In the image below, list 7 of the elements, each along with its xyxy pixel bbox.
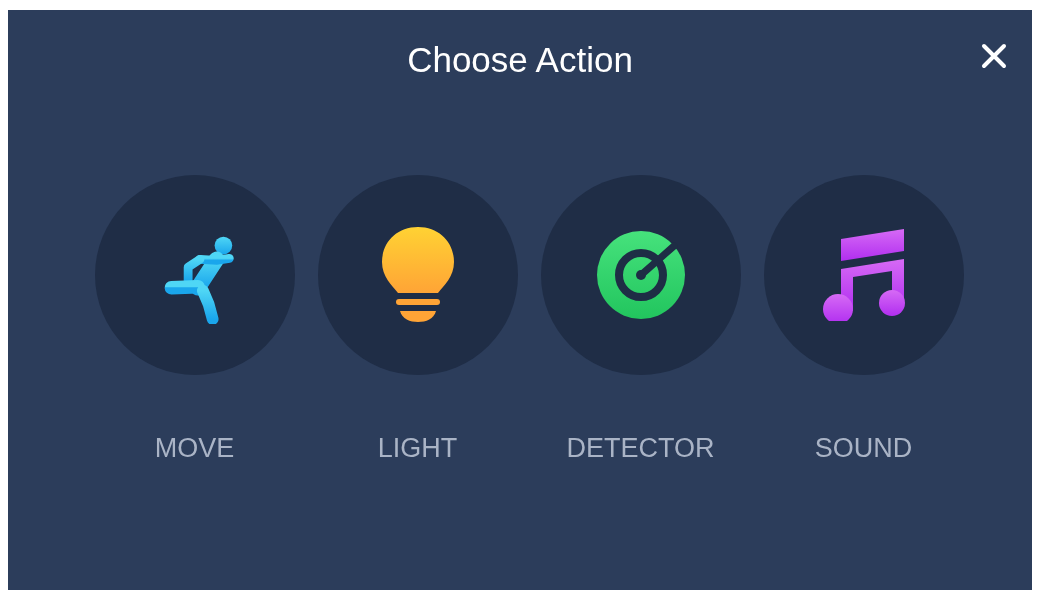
close-icon	[981, 43, 1007, 69]
action-label: LIGHT	[377, 433, 458, 464]
target-icon	[595, 230, 686, 320]
action-label: DETECTOR	[566, 433, 715, 464]
action-label: MOVE	[154, 433, 235, 464]
action-label: SOUND	[814, 433, 913, 464]
dialog-title: Choose Action	[407, 40, 633, 80]
